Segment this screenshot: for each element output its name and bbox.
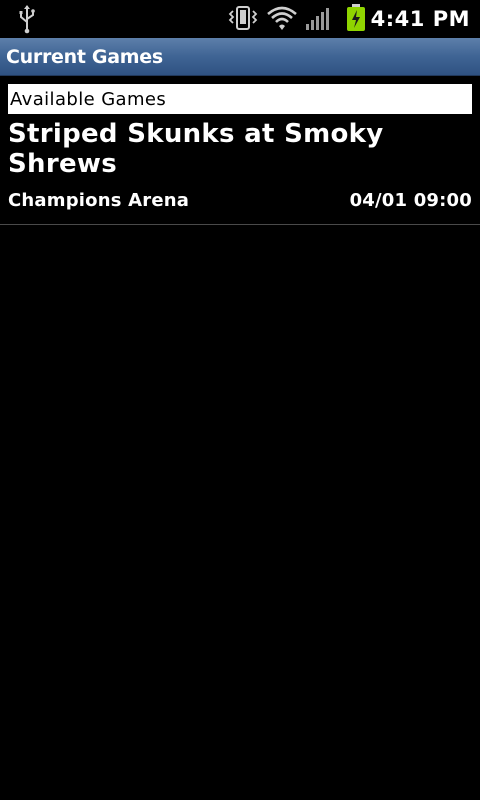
game-datetime: 04/01 09:00 [349,190,472,211]
section-header-available-games: Available Games [8,84,472,114]
page-title: Current Games [6,46,163,68]
usb-icon [19,5,35,34]
title-bar: Current Games [0,38,480,76]
game-venue: Champions Arena [8,190,190,211]
wifi-icon [267,6,297,30]
signal-icon [306,8,329,30]
game-title: Striped Skunks at Smoky Shrews [8,119,384,179]
list-divider [0,224,480,225]
vibrate-icon [228,6,258,30]
status-bar: 4:41 PM [0,0,480,38]
battery-charging-icon [347,4,365,31]
list-item[interactable]: Striped Skunks at Smoky Shrews Champions… [0,118,480,224]
status-clock: 4:41 PM [370,7,470,31]
